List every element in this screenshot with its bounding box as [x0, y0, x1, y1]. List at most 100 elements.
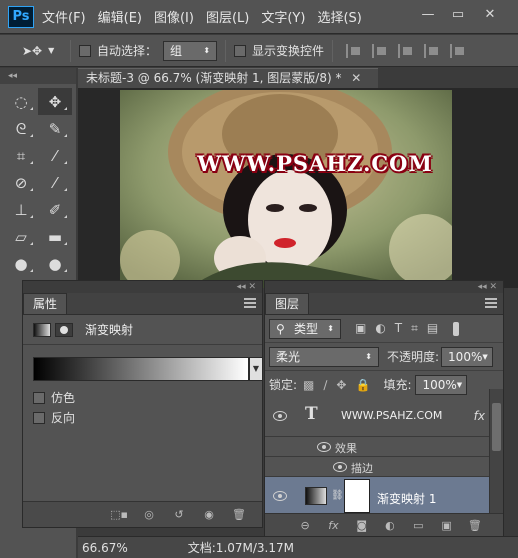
layer-effect-stroke-row[interactable]: 描边 [265, 457, 489, 477]
tab-layers[interactable]: 图层 [265, 293, 310, 314]
gradient-map-icon [33, 322, 51, 337]
eyedropper-tool-icon[interactable]: ⁄ [38, 142, 72, 169]
portrait-photo [120, 90, 452, 288]
dither-label: 仿色 [51, 391, 76, 405]
eye-icon[interactable] [273, 411, 287, 421]
healing-brush-tool-icon[interactable]: ⊘ [4, 169, 38, 196]
align-left-icon[interactable] [424, 43, 440, 58]
toolbox-collapse-icon[interactable]: ◂◂ [0, 68, 76, 84]
menu-file[interactable]: 文件(F) [42, 7, 86, 26]
mask-icon[interactable] [55, 322, 73, 337]
layer-mask-thumbnail[interactable] [344, 479, 370, 513]
document-tab[interactable]: 未标题-3 @ 66.7% (渐变映射 1, 图层蒙版/8) * ✕ [78, 68, 378, 88]
menu-bar: Ps 文件(F) 编辑(E) 图像(I) 图层(L) 文字(Y) 选择(S) —… [0, 0, 518, 34]
new-layer-icon[interactable]: ▣ [438, 519, 454, 533]
layer-filter-icons[interactable]: ▣◐T⌗▤ [355, 321, 447, 336]
blend-mode-dropdown[interactable]: 柔光 ⬍ [269, 346, 379, 367]
align-horizontal-center-icon[interactable] [450, 43, 466, 58]
clone-stamp-tool-icon[interactable]: ⊥ [4, 196, 38, 223]
reverse-label: 反向 [51, 411, 76, 425]
minimize-button[interactable]: — [418, 6, 438, 24]
marquee-tool-icon[interactable]: ◌ [4, 88, 38, 115]
lock-options-icons[interactable]: ▩∕✥🔒 [303, 378, 379, 392]
scrollbar-thumb[interactable] [492, 403, 501, 451]
layer-row-gradient-map[interactable]: ⛓ 渐变映射 1 [265, 477, 489, 517]
panel-collapse-icon[interactable]: ◂◂ ✕ [23, 281, 262, 293]
eraser-tool-icon[interactable]: ▱ [4, 223, 38, 250]
menu-type[interactable]: 文字(Y) [261, 7, 305, 26]
divider [332, 39, 334, 62]
reverse-option[interactable]: 反向 [33, 409, 75, 426]
quick-selection-tool-icon[interactable]: ✎ [38, 115, 72, 142]
crop-tool-icon[interactable]: ⌗ [4, 142, 38, 169]
menu-select[interactable]: 选择(S) [317, 7, 361, 26]
layer-filter-dropdown[interactable]: ⚲ 类型 ⬍ [269, 318, 341, 339]
canvas-image [120, 90, 452, 288]
gradient-dropdown-icon[interactable]: ▼ [249, 357, 263, 381]
status-bar: 66.67% 文档:1.07M/3.17M [78, 536, 518, 558]
layer-name: 渐变映射 1 [377, 492, 437, 506]
zoom-level[interactable]: 66.67% [82, 541, 128, 555]
trash-icon[interactable]: 🗑 [230, 508, 248, 522]
history-brush-tool-icon[interactable]: ✐ [38, 196, 72, 223]
dither-option[interactable]: 仿色 [33, 389, 75, 406]
visibility-icon[interactable]: ◉ [200, 508, 218, 522]
blur-tool-icon[interactable]: ● [4, 250, 38, 277]
gradient-preview[interactable] [33, 357, 249, 381]
filter-toggle-icon[interactable] [453, 321, 460, 336]
close-window-button[interactable]: ✕ [480, 6, 500, 24]
stroke-label: 描边 [351, 462, 373, 475]
auto-select-value: 组 [170, 44, 183, 58]
menu-layer[interactable]: 图层(L) [206, 7, 249, 26]
restore-button[interactable]: ▭ [448, 6, 468, 24]
add-style-icon[interactable]: fx [325, 519, 341, 533]
panel-collapse-icon[interactable]: ◂◂ ✕ [265, 281, 503, 293]
chevron-down-icon: ▼ [456, 380, 463, 389]
gradient-tool-icon[interactable]: ▬ [38, 223, 72, 250]
brush-tool-icon[interactable]: ⁄ [38, 169, 72, 196]
layer-row-text[interactable]: T WWW.PSAHZ.COM fx [265, 397, 489, 437]
eye-icon[interactable] [273, 491, 287, 501]
view-previous-icon[interactable]: ◎ [140, 508, 158, 522]
tab-properties[interactable]: 属性 [23, 293, 68, 314]
close-icon[interactable]: ✕ [351, 71, 361, 85]
show-transform-checkbox[interactable] [234, 44, 247, 57]
reverse-checkbox[interactable] [33, 411, 45, 424]
fx-badge-icon[interactable]: fx [474, 409, 485, 423]
align-top-icon[interactable] [346, 43, 362, 58]
layers-scrollbar[interactable] [489, 389, 503, 513]
menu-image[interactable]: 图像(I) [154, 7, 194, 26]
auto-select-dropdown[interactable]: 组 ⬍ [163, 40, 218, 61]
trash-icon[interactable]: 🗑 [467, 519, 483, 533]
panel-menu-icon[interactable] [485, 298, 497, 308]
fill-input[interactable]: 100% ▼ [415, 374, 468, 395]
dodge-tool-icon[interactable]: ● [38, 250, 72, 277]
text-layer-icon: T [305, 404, 318, 424]
reset-icon[interactable]: ↺ [170, 508, 188, 522]
align-bottom-icon[interactable] [398, 43, 414, 58]
menu-edit[interactable]: 编辑(E) [98, 7, 142, 26]
adjustment-layer-icon[interactable]: ◐ [382, 519, 398, 533]
align-vertical-center-icon[interactable] [372, 43, 388, 58]
eye-icon[interactable] [317, 442, 331, 452]
auto-select-label: 自动选择： [97, 44, 158, 58]
move-tool-icon[interactable]: ✥ [38, 88, 72, 115]
dither-checkbox[interactable] [33, 391, 45, 404]
chevron-down-icon: ▼ [48, 46, 55, 55]
auto-select-checkbox[interactable] [79, 44, 91, 57]
move-tool-preset-picker[interactable]: ➤✥ ▼ [22, 40, 62, 62]
layer-effects-row[interactable]: 效果 [265, 437, 489, 457]
link-layers-icon[interactable]: ⊖ [297, 519, 313, 533]
new-group-icon[interactable]: ▭ [410, 519, 426, 533]
lasso-tool-icon[interactable]: ᘓ [4, 115, 38, 142]
clip-to-layer-icon[interactable]: ⬚▪ [110, 508, 128, 522]
eye-icon[interactable] [333, 462, 347, 472]
panel-menu-icon[interactable] [244, 298, 256, 308]
canvas-area[interactable]: WWW.PSAHZ.COM [78, 88, 518, 288]
document-info[interactable]: 文档:1.07M/3.17M [188, 539, 294, 556]
photoshop-logo: Ps [8, 5, 34, 28]
chain-link-icon[interactable]: ⛓ [331, 490, 344, 501]
move-tool-icon: ➤✥ [22, 43, 43, 58]
add-mask-icon[interactable]: ◙ [354, 519, 370, 533]
opacity-input[interactable]: 100% ▼ [441, 346, 494, 367]
